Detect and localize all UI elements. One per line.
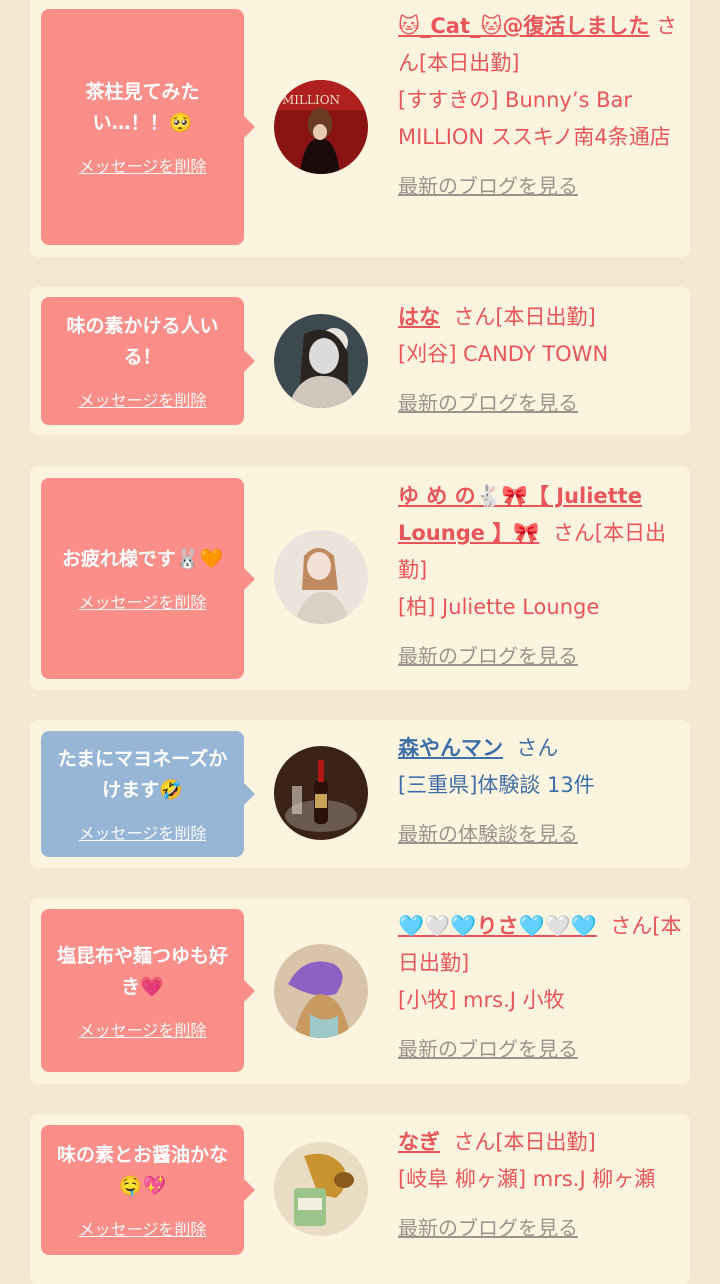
message-bubble: たまにマヨネーズかけます🤣 メッセージを削除 bbox=[41, 731, 255, 857]
woman-portrait-photo-icon bbox=[274, 530, 368, 624]
message-card: 茶柱見てみたい…！！🥺 メッセージを削除 MILLION 🐱_Cat_🐱@復活し… bbox=[30, 0, 690, 257]
profile-status: さん[本日出勤] bbox=[453, 305, 596, 329]
message-card: 味の素とお醤油かな🤤💖 メッセージを削除 なぎ さん[本日出勤] [岐阜 柳ヶ瀬… bbox=[30, 1114, 690, 1284]
message-text: たまにマヨネーズかけます🤣 bbox=[57, 748, 228, 801]
shop-label: [柏] Juliette Lounge bbox=[398, 595, 600, 619]
delete-message-link[interactable]: メッセージを削除 bbox=[79, 589, 207, 613]
delete-message-link[interactable]: メッセージを削除 bbox=[79, 153, 207, 177]
avatar[interactable] bbox=[274, 1142, 368, 1236]
profile-name-link[interactable]: 🩵🤍🩵りさ🩵🤍🩵 bbox=[398, 914, 597, 938]
avatar[interactable]: MILLION bbox=[274, 80, 368, 174]
svg-text:MILLION: MILLION bbox=[282, 93, 340, 107]
dog-illustration-icon bbox=[274, 1142, 368, 1236]
message-card: お疲れ様です🐰🧡 メッセージを削除 ゆ め の🐇🎀【 Juliette Loun… bbox=[30, 466, 690, 690]
latest-blog-link[interactable]: 最新のブログを見る bbox=[398, 1210, 682, 1247]
message-bubble: 味の素かける人いる！ メッセージを削除 bbox=[41, 297, 255, 425]
message-card: 塩昆布や麺つゆも好き💗 メッセージを削除 🩵🤍🩵りさ🩵🤍🩵 さん[本日出勤] [… bbox=[30, 898, 690, 1084]
message-bubble: 茶柱見てみたい…！！🥺 メッセージを削除 bbox=[41, 9, 255, 245]
profile-info: 🐱_Cat_🐱@復活しました さん[本日出勤] [すすきの] Bunny’s B… bbox=[398, 8, 682, 205]
profile-name-link[interactable]: 🐱_Cat_🐱@復活しました bbox=[398, 14, 649, 38]
avatar[interactable] bbox=[274, 746, 368, 840]
delete-message-link[interactable]: メッセージを削除 bbox=[79, 1017, 207, 1041]
delete-message-link[interactable]: メッセージを削除 bbox=[79, 387, 207, 411]
message-text: 茶柱見てみたい…！！🥺 bbox=[85, 81, 200, 134]
shop-label: [刈谷] CANDY TOWN bbox=[398, 342, 609, 366]
profile-info: 森やんマン さん [三重県]体験談 13件 最新の体験談を見る bbox=[398, 730, 682, 853]
shop-label: [岐阜 柳ヶ瀬] mrs.J 柳ヶ瀬 bbox=[398, 1167, 656, 1191]
latest-blog-link[interactable]: 最新のブログを見る bbox=[398, 638, 682, 675]
profile-info: なぎ さん[本日出勤] [岐阜 柳ヶ瀬] mrs.J 柳ヶ瀬 最新のブログを見る bbox=[398, 1124, 682, 1247]
message-bubble: 塩昆布や麺つゆも好き💗 メッセージを削除 bbox=[41, 909, 255, 1072]
avatar[interactable] bbox=[274, 314, 368, 408]
latest-blog-link[interactable]: 最新のブログを見る bbox=[398, 168, 682, 205]
latest-review-link[interactable]: 最新の体験談を見る bbox=[398, 816, 682, 853]
message-bubble: お疲れ様です🐰🧡 メッセージを削除 bbox=[41, 478, 255, 679]
latest-blog-link[interactable]: 最新のブログを見る bbox=[398, 1031, 682, 1068]
shop-label: [三重県]体験談 13件 bbox=[398, 773, 595, 797]
message-card: 味の素かける人いる！ メッセージを削除 はな さん[本日出勤] [刈谷] CAN… bbox=[30, 287, 690, 435]
profile-info: 🩵🤍🩵りさ🩵🤍🩵 さん[本日出勤] [小牧] mrs.J 小牧 最新のブログを見… bbox=[398, 908, 682, 1068]
profile-name-link[interactable]: 森やんマン bbox=[398, 736, 503, 760]
profile-name-link[interactable]: はな bbox=[398, 305, 440, 329]
profile-status: さん[本日出勤] bbox=[453, 1130, 596, 1154]
woman-selfie-photo-icon bbox=[274, 314, 368, 408]
champagne-bottle-photo-icon bbox=[274, 746, 368, 840]
avatar[interactable] bbox=[274, 944, 368, 1038]
message-bubble: 味の素とお醤油かな🤤💖 メッセージを削除 bbox=[41, 1125, 255, 1255]
profile-name-link[interactable]: なぎ bbox=[398, 1130, 440, 1154]
avatar[interactable] bbox=[274, 530, 368, 624]
message-feed: 茶柱見てみたい…！！🥺 メッセージを削除 MILLION 🐱_Cat_🐱@復活し… bbox=[0, 0, 720, 1284]
message-text: お疲れ様です🐰🧡 bbox=[61, 548, 224, 570]
message-card: たまにマヨネーズかけます🤣 メッセージを削除 森やんマン さん [三重県]体験談… bbox=[30, 720, 690, 868]
shop-label: [すすきの] Bunny’s Bar MILLION ススキノ南4条通店 bbox=[398, 88, 671, 149]
delete-message-link[interactable]: メッセージを削除 bbox=[79, 820, 207, 844]
woman-hidden-face-photo-icon bbox=[274, 944, 368, 1038]
profile-info: はな さん[本日出勤] [刈谷] CANDY TOWN 最新のブログを見る bbox=[398, 299, 682, 422]
delete-message-link[interactable]: メッセージを削除 bbox=[79, 1216, 207, 1240]
message-text: 塩昆布や麺つゆも好き💗 bbox=[56, 944, 228, 998]
profile-info: ゆ め の🐇🎀【 Juliette Lounge 】🎀 さん[本日出勤] [柏]… bbox=[398, 478, 682, 675]
message-text: 味の素かける人いる！ bbox=[66, 315, 219, 368]
latest-blog-link[interactable]: 最新のブログを見る bbox=[398, 385, 682, 422]
shop-label: [小牧] mrs.J 小牧 bbox=[398, 988, 565, 1012]
profile-status: さん bbox=[516, 736, 559, 760]
woman-in-red-room-photo-icon: MILLION bbox=[274, 80, 368, 174]
message-text: 味の素とお醤油かな🤤💖 bbox=[56, 1144, 228, 1197]
